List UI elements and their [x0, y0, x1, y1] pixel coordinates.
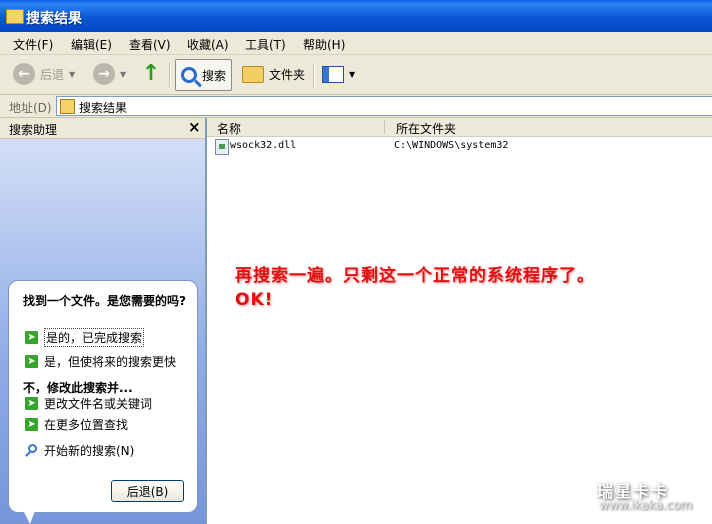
toolbar: ← 后退 ▼ → ▼ ↑ 搜索 文件夹 ▼: [0, 55, 712, 95]
green-arrow-icon: ➤: [25, 354, 38, 368]
address-bar: 地址(D) 搜索结果: [0, 95, 712, 118]
menu-file[interactable]: 文件(F): [13, 36, 53, 53]
chevron-down-icon[interactable]: ▼: [120, 70, 126, 79]
menu-favorites[interactable]: 收藏(A): [187, 36, 229, 53]
search-icon: [25, 443, 38, 457]
dll-file-icon: [215, 139, 229, 155]
option-more-locations[interactable]: ➤ 在更多位置查找: [25, 416, 128, 432]
bubble-tail: [22, 508, 36, 524]
close-icon[interactable]: ×: [188, 118, 201, 136]
forward-arrow-icon: →: [93, 63, 115, 85]
column-folder[interactable]: 所在文件夹: [396, 120, 456, 137]
new-search-label: 开始新的搜索(N): [44, 443, 135, 458]
views-button[interactable]: ▼: [322, 59, 355, 89]
back-button[interactable]: ← 后退 ▼: [13, 59, 75, 89]
column-name[interactable]: 名称: [217, 120, 241, 137]
result-question: 找到一个文件。是您需要的吗?: [23, 294, 186, 308]
menu-view[interactable]: 查看(V): [129, 36, 171, 53]
views-icon: [322, 65, 344, 83]
search-button[interactable]: 搜索: [175, 59, 233, 91]
menu-help[interactable]: 帮助(H): [303, 36, 345, 53]
toolbar-divider: [169, 63, 171, 87]
up-folder-button[interactable]: ↑: [141, 59, 161, 89]
column-divider[interactable]: [384, 120, 385, 134]
toolbar-divider: [313, 63, 315, 87]
chevron-down-icon[interactable]: ▼: [349, 70, 355, 79]
option-label: 更改文件名或关键词: [44, 396, 153, 411]
folders-button[interactable]: 文件夹: [242, 59, 305, 89]
assistant-back-button[interactable]: 后退(B): [111, 480, 184, 502]
search-label: 搜索: [202, 68, 227, 83]
option-label: 是，但使将来的搜索更快: [44, 354, 177, 369]
file-name: wsock32.dll: [230, 140, 297, 151]
results-view: 名称 所在文件夹 wsock32.dll C:\WINDOWS\system32…: [207, 118, 712, 524]
watermark-url: www.ikaka.com: [599, 498, 693, 512]
new-search-link[interactable]: 开始新的搜索(N): [25, 442, 134, 458]
green-arrow-icon: ➤: [25, 417, 38, 431]
menu-edit[interactable]: 编辑(E): [71, 36, 112, 53]
refine-heading: 不，修改此搜索并...: [23, 381, 133, 395]
address-label: 地址(D): [9, 101, 52, 115]
search-assistant-pane: 搜索助理 × 找到一个文件。是您需要的吗? ➤ 是的，已完成搜索 ➤ 是，但使将…: [0, 118, 207, 524]
annotation-text: 再搜索一遍。只剩这一个正常的系统程序了。OK!: [235, 266, 595, 310]
green-arrow-icon: ➤: [25, 330, 38, 344]
menu-bar: 文件(F) 编辑(E) 查看(V) 收藏(A) 工具(T) 帮助(H): [0, 32, 712, 55]
pane-title: 搜索助理: [9, 123, 58, 137]
back-arrow-icon: ←: [13, 63, 35, 85]
folder-icon: [242, 65, 264, 83]
option-done[interactable]: ➤ 是的，已完成搜索: [25, 327, 145, 347]
search-assistant-bubble: 找到一个文件。是您需要的吗? ➤ 是的，已完成搜索 ➤ 是，但使将来的搜索更快 …: [8, 280, 198, 513]
back-label: 后退: [40, 67, 65, 82]
file-folder: C:\WINDOWS\system32: [394, 140, 509, 151]
search-results-icon: [60, 99, 75, 114]
up-arrow-icon: ↑: [141, 61, 161, 86]
address-value: 搜索结果: [79, 101, 128, 115]
address-field[interactable]: 搜索结果: [56, 96, 712, 116]
pane-header: 搜索助理 ×: [0, 118, 205, 139]
menu-tools[interactable]: 工具(T): [245, 36, 286, 53]
option-change-name[interactable]: ➤ 更改文件名或关键词: [25, 395, 152, 411]
folder-icon: [6, 9, 24, 24]
column-headers: 名称 所在文件夹: [207, 118, 712, 137]
title-bar[interactable]: 搜索结果: [0, 0, 712, 32]
table-row[interactable]: wsock32.dll C:\WINDOWS\system32: [207, 138, 712, 155]
option-label: 是的，已完成搜索: [44, 327, 145, 347]
window-title: 搜索结果: [26, 11, 82, 27]
chevron-down-icon[interactable]: ▼: [69, 70, 75, 79]
option-label: 在更多位置查找: [44, 417, 129, 432]
green-arrow-icon: ➤: [25, 396, 38, 410]
option-faster[interactable]: ➤ 是，但使将来的搜索更快: [25, 353, 176, 369]
watermark: 瑞星卡卡 www.ikaka.com: [587, 476, 709, 520]
forward-button[interactable]: → ▼: [93, 59, 126, 89]
folders-label: 文件夹: [269, 67, 306, 82]
search-icon: [181, 67, 197, 83]
